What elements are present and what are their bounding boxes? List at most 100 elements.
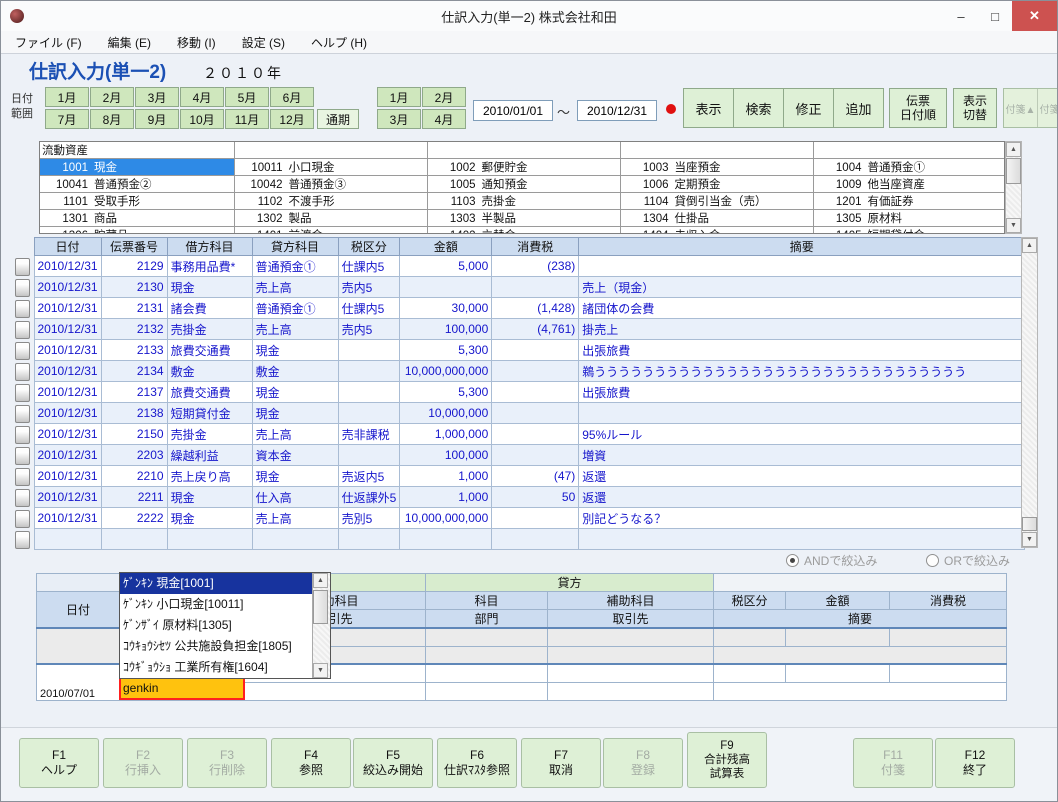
journal-cell-debit[interactable]: 現金 (167, 487, 252, 508)
account-cell[interactable]: 1304仕掛品 (620, 210, 813, 227)
journal-cell-debit[interactable]: 現金 (167, 277, 252, 298)
f4-reference-button[interactable]: F4参照 (271, 738, 351, 788)
journal-header-amount[interactable]: 金額 (400, 238, 492, 256)
account-cell[interactable]: 1004普通預金① (813, 159, 1005, 176)
journal-cell-amount[interactable]: 30,000 (400, 298, 492, 319)
journal-header-debit[interactable]: 借方科目 (167, 238, 252, 256)
account-cell[interactable]: 1201有価証券 (813, 193, 1005, 210)
journal-cell-credit[interactable]: 敷金 (252, 361, 338, 382)
journal-cell-debit[interactable]: 事務用品費* (167, 256, 252, 277)
note-icon[interactable] (15, 279, 30, 297)
journal-cell-ctax[interactable] (492, 424, 579, 445)
journal-cell-amount[interactable]: 100,000 (400, 319, 492, 340)
journal-cell-voucher[interactable]: 2133 (101, 340, 167, 361)
full-period-button[interactable]: 通期 (317, 109, 359, 129)
journal-cell-tax[interactable] (338, 445, 400, 466)
journal-cell-debit[interactable]: 旅費交通費 (167, 340, 252, 361)
account-cell[interactable]: 10011小口現金 (234, 159, 427, 176)
journal-cell-credit[interactable]: 資本金 (252, 445, 338, 466)
journal-cell-tax[interactable]: 仕課内5 (338, 298, 400, 319)
account-cell[interactable]: 1104貸倒引当金（売） (620, 193, 813, 210)
journal-cell-debit[interactable]: 旅費交通費 (167, 382, 252, 403)
suggestion-item[interactable]: ｹﾞﾝｷﾝ 現金[1001] (120, 573, 313, 594)
account-cell[interactable]: 1303半製品 (427, 210, 620, 227)
dropdown-scrollbar[interactable]: ▲ ▼ (312, 573, 330, 678)
f7-cancel-button[interactable]: F7取消 (521, 738, 601, 788)
journal-cell-debit[interactable]: 敷金 (167, 361, 252, 382)
f2-insert-row-button[interactable]: F2行挿入 (103, 738, 183, 788)
menu-item[interactable]: 編集 (E) (108, 34, 151, 51)
quarter-month-button[interactable]: 2月 (422, 87, 466, 107)
menu-item[interactable]: 設定 (S) (242, 34, 285, 51)
month-button[interactable]: 3月 (135, 87, 179, 107)
account-cell[interactable]: 10042普通預金③ (234, 176, 427, 193)
journal-cell-tax[interactable]: 売返内5 (338, 466, 400, 487)
journal-header-voucher[interactable]: 伝票番号 (101, 238, 167, 256)
journal-cell-ctax[interactable]: (238) (492, 256, 579, 277)
journal-cell-date[interactable]: 2010/12/31 (34, 445, 101, 466)
journal-cell-voucher[interactable]: 2137 (101, 382, 167, 403)
journal-cell-memo[interactable]: 増資 (579, 445, 1025, 466)
journal-cell-date[interactable]: 2010/12/31 (34, 319, 101, 340)
account-cell[interactable]: 1009他当座資産 (813, 176, 1005, 193)
journal-cell-date[interactable]: 2010/12/31 (34, 466, 101, 487)
suggestion-item[interactable]: ｹﾞﾝｻﾞｲ 原材料[1305] (120, 615, 313, 636)
month-button[interactable]: 6月 (270, 87, 314, 107)
journal-cell-credit[interactable]: 売上高 (252, 319, 338, 340)
journal-header-tax[interactable]: 税区分 (338, 238, 400, 256)
account-cell[interactable]: 1306貯蔵品 (40, 227, 234, 235)
journal-cell-credit[interactable]: 売上高 (252, 424, 338, 445)
show-button[interactable]: 表示 (684, 89, 734, 127)
journal-cell-amount[interactable]: 1,000 (400, 466, 492, 487)
journal-cell-debit[interactable]: 売掛金 (167, 424, 252, 445)
account-cell[interactable]: 1001現金 (40, 159, 234, 176)
journal-cell-memo[interactable]: 出張旅費 (579, 382, 1025, 403)
journal-header-date[interactable]: 日付 (34, 238, 101, 256)
journal-header-credit[interactable]: 貸方科目 (252, 238, 338, 256)
note-icon[interactable] (15, 405, 30, 423)
f5-filter-start-button[interactable]: F5絞込み開始 (353, 738, 433, 788)
account-cell[interactable]: 10041普通預金② (40, 176, 234, 193)
journal-cell-date[interactable]: 2010/12/31 (34, 340, 101, 361)
journal-cell-tax[interactable]: 仕課内5 (338, 256, 400, 277)
account-list-scrollbar[interactable]: ▲ ▼ (1005, 141, 1022, 234)
scroll-up-icon[interactable]: ▲ (313, 573, 328, 588)
journal-cell-voucher[interactable]: 2131 (101, 298, 167, 319)
journal-cell-credit[interactable]: 普通預金① (252, 298, 338, 319)
entry-date-cell[interactable]: 2010/07/01 (37, 664, 120, 700)
account-cell[interactable]: 1102不渡手形 (234, 193, 427, 210)
display-switch-button[interactable]: 表示 切替 (953, 88, 997, 128)
journal-cell-voucher[interactable]: 2132 (101, 319, 167, 340)
f11-fusen-button[interactable]: F11付箋 (853, 738, 933, 788)
journal-header-memo[interactable]: 摘要 (579, 238, 1025, 256)
scroll-down-icon[interactable]: ▼ (313, 663, 328, 678)
journal-cell-amount[interactable]: 100,000 (400, 445, 492, 466)
account-cell[interactable]: 1006定期預金 (620, 176, 813, 193)
scrollbar-thumb[interactable] (313, 590, 328, 624)
journal-cell-tax[interactable] (338, 361, 400, 382)
menu-item[interactable]: ヘルプ (H) (311, 34, 367, 51)
journal-cell-ctax[interactable]: (4,761) (492, 319, 579, 340)
journal-cell-amount[interactable]: 5,000 (400, 256, 492, 277)
note-icon[interactable] (15, 510, 30, 528)
journal-cell-credit[interactable]: 現金 (252, 382, 338, 403)
account-cell[interactable]: 1003当座預金 (620, 159, 813, 176)
quarter-month-button[interactable]: 1月 (377, 87, 421, 107)
journal-cell-amount[interactable]: 5,300 (400, 340, 492, 361)
journal-cell-debit[interactable]: 現金 (167, 508, 252, 529)
month-button[interactable]: 1月 (45, 87, 89, 107)
journal-cell-voucher[interactable]: 2211 (101, 487, 167, 508)
journal-cell-voucher[interactable]: 2129 (101, 256, 167, 277)
search-button[interactable]: 検索 (734, 89, 784, 127)
journal-cell-tax[interactable]: 売別5 (338, 508, 400, 529)
note-icon[interactable] (15, 342, 30, 360)
account-cell[interactable]: 1005通知預金 (427, 176, 620, 193)
scrollbar-thumb[interactable] (1022, 517, 1037, 531)
and-filter-radio[interactable]: ANDで絞込み (786, 552, 877, 569)
month-button[interactable]: 7月 (45, 109, 89, 129)
note-icon[interactable] (15, 300, 30, 318)
journal-cell-amount[interactable]: 10,000,000,000 (400, 361, 492, 382)
journal-cell-date[interactable]: 2010/12/31 (34, 298, 101, 319)
modify-button[interactable]: 修正 (784, 89, 834, 127)
journal-cell-date[interactable]: 2010/12/31 (34, 424, 101, 445)
